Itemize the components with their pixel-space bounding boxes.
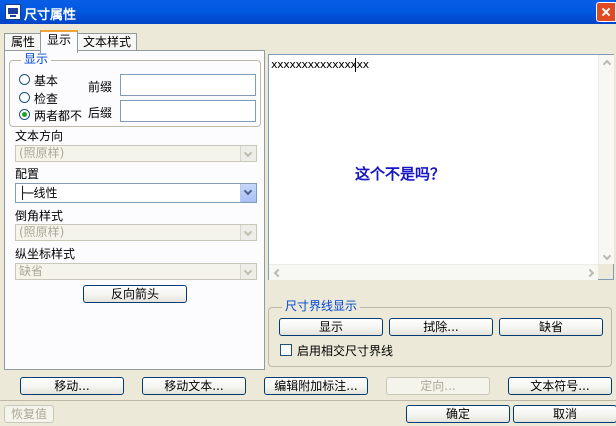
scroll-up-icon[interactable] — [602, 59, 612, 69]
preview-caption: 这个不是吗？ — [355, 165, 446, 183]
intersect-witness-checkbox[interactable] — [280, 344, 292, 356]
ordinate-style-value: 缺省 — [19, 264, 44, 278]
scroll-left-icon[interactable] — [273, 268, 283, 278]
scroll-corner — [598, 264, 613, 279]
text-caret — [355, 58, 356, 72]
window-title: 尺寸属性 — [24, 8, 77, 23]
config-select[interactable]: ├─线性 — [15, 183, 257, 203]
tab-text-style[interactable]: 文本样式 — [77, 33, 137, 51]
intersect-witness-label: 启用相交尺寸界线 — [297, 344, 394, 358]
radio-basic-label: 基本 — [34, 74, 59, 88]
tab-display[interactable]: 显示 — [40, 30, 78, 53]
ok-button[interactable]: 确定 — [406, 405, 510, 423]
dimension-app-icon — [5, 4, 21, 20]
text-direction-select: (照原样) — [15, 145, 257, 162]
suffix-label: 后缀 — [88, 106, 113, 120]
show-button[interactable]: 显示 — [279, 318, 383, 336]
scroll-down-icon[interactable] — [602, 251, 612, 261]
radio-basic[interactable] — [19, 74, 30, 85]
text-direction-label: 文本方向 — [15, 129, 64, 143]
text-direction-value: (照原样) — [19, 146, 65, 160]
radio-neither-label: 两者都不 — [34, 109, 83, 123]
chamfer-style-select: (照原样) — [15, 224, 257, 241]
chevron-down-icon — [240, 225, 256, 240]
display-group-legend: 显示 — [21, 53, 52, 66]
chevron-down-icon — [240, 146, 256, 161]
restore-button: 恢复值 — [4, 405, 54, 423]
horizontal-scrollbar[interactable] — [269, 264, 598, 280]
ordinate-style-select: 缺省 — [15, 263, 257, 280]
divider — [0, 400, 616, 401]
text-symbol-button[interactable]: 文本符号... — [508, 377, 612, 395]
erase-button[interactable]: 拭除... — [389, 318, 493, 336]
chevron-down-icon[interactable] — [240, 184, 256, 202]
vertical-scrollbar[interactable] — [598, 55, 614, 264]
close-button[interactable] — [596, 2, 616, 22]
move-text-button[interactable]: 移动文本... — [142, 377, 246, 395]
radio-inspect-label: 检查 — [34, 92, 59, 106]
preview-pane[interactable]: xxxxxxxxxxxxxxxx 这个不是吗？ — [268, 54, 614, 280]
display-tab-panel: 显示 基本 检查 两者都不 前缀 后缀 文本方向 (照原样) 配置 ├─线性 倒… — [4, 50, 265, 370]
chevron-down-icon — [240, 264, 256, 279]
cancel-button[interactable]: 取消 — [513, 405, 616, 423]
default-button[interactable]: 缺省 — [499, 318, 603, 336]
reverse-arrow-button[interactable]: 反向箭头 — [83, 285, 187, 303]
config-value: ├─线性 — [19, 186, 58, 200]
prefix-input[interactable] — [120, 74, 256, 96]
chamfer-style-label: 倒角样式 — [15, 209, 64, 223]
witness-line-group-legend: 尺寸界线显示 — [282, 300, 361, 313]
orient-button: 定向... — [386, 377, 490, 395]
suffix-input[interactable] — [120, 100, 256, 122]
scroll-right-icon[interactable] — [585, 268, 595, 278]
config-label: 配置 — [15, 167, 40, 181]
move-button[interactable]: 移动... — [20, 377, 124, 395]
radio-neither[interactable] — [19, 109, 30, 120]
ordinate-style-label: 纵坐标样式 — [15, 247, 76, 261]
title-bar[interactable]: 尺寸属性 — [0, 0, 616, 24]
edit-attach-button[interactable]: 编辑附加标注... — [264, 377, 368, 395]
tab-properties[interactable]: 属性 — [4, 33, 42, 51]
chamfer-style-value: (照原样) — [19, 225, 65, 239]
radio-inspect[interactable] — [19, 92, 30, 103]
prefix-label: 前缀 — [88, 80, 113, 94]
